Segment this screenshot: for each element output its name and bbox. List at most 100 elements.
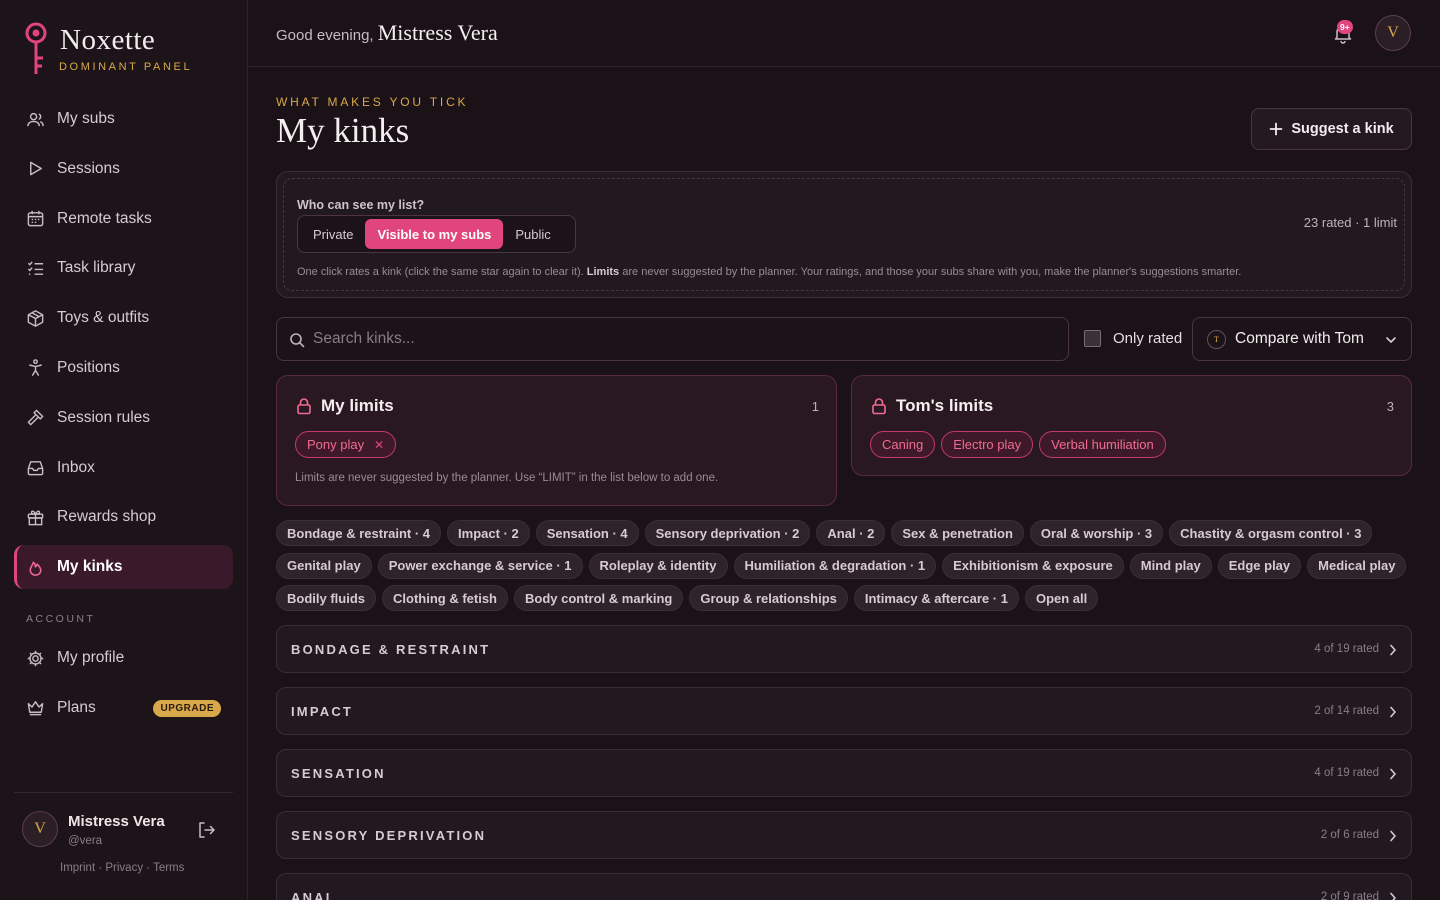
brand-subtitle: DOMINANT PANEL — [59, 61, 193, 73]
note-end: are never suggested by the planner. Your… — [622, 266, 1242, 278]
category-accordion-impact[interactable]: IMPACT 2 of 14 rated — [276, 687, 1412, 735]
my-limits-pills: Pony play ✕ — [295, 431, 397, 458]
category-name: SENSORY DEPRIVATION — [291, 828, 487, 843]
nav-label: Plans — [57, 698, 96, 716]
limit-pill: Caning — [870, 431, 936, 458]
category-chip[interactable]: Medical play — [1307, 552, 1407, 579]
my-limits-count: 1 — [811, 399, 819, 414]
nav-item-positions[interactable]: Positions — [14, 346, 233, 390]
nav-label: Remote tasks — [57, 209, 152, 227]
category-chip[interactable]: Roleplay & identity — [588, 552, 728, 579]
key-icon — [25, 22, 47, 74]
visibility-option-subs[interactable]: Visible to my subs — [365, 219, 504, 249]
category-chip[interactable]: Bondage & restraint · 4 — [276, 520, 442, 546]
logout-icon[interactable] — [196, 820, 216, 840]
category-chip[interactable]: Chastity & orgasm control · 3 — [1169, 520, 1373, 546]
limit-pill-label: Pony play — [307, 437, 365, 452]
category-chip[interactable]: Humiliation & degradation · 1 — [733, 552, 937, 579]
category-chip[interactable]: Exhibitionism & exposure — [942, 552, 1124, 579]
nav-label: Rewards shop — [57, 508, 157, 526]
toms-limits-count: 3 — [1386, 399, 1394, 414]
user-avatar[interactable]: V — [22, 811, 58, 847]
note-start: One click rates a kink (click the same s… — [297, 266, 584, 278]
footer-links[interactable]: Imprint · Privacy · Terms — [60, 862, 184, 874]
nav-label: My subs — [57, 110, 115, 127]
visibility-note: One click rates a kink (click the same s… — [297, 266, 1241, 278]
header-avatar[interactable]: V — [1375, 15, 1411, 51]
category-rated: 4 of 19 rated — [1314, 767, 1379, 779]
nav-item-task-library[interactable]: Task library — [14, 246, 233, 290]
category-rated: 2 of 6 rated — [1320, 829, 1379, 841]
category-accordion-anal[interactable]: ANAL 2 of 9 rated — [276, 873, 1412, 900]
brand-logo[interactable]: Noxette DOMINANT PANEL — [22, 22, 222, 82]
nav-item-inbox[interactable]: Inbox — [14, 446, 233, 490]
category-accordion-bondage[interactable]: BONDAGE & RESTRAINT 4 of 19 rated — [276, 625, 1412, 673]
category-chip[interactable]: Oral & worship · 3 — [1029, 520, 1164, 546]
category-name: SENSATION — [291, 766, 386, 781]
nav-label: Inbox — [57, 458, 95, 476]
nav-item-session-rules[interactable]: Session rules — [14, 396, 233, 440]
lock-icon — [297, 398, 311, 415]
category-rated: 2 of 14 rated — [1314, 705, 1379, 717]
suggest-kink-button[interactable]: Suggest a kink — [1251, 108, 1412, 150]
category-accordion-sensation[interactable]: SENSATION 4 of 19 rated — [276, 749, 1412, 797]
category-name: BONDAGE & RESTRAINT — [291, 642, 491, 657]
chevron-right-icon — [1390, 892, 1396, 900]
crown-icon — [27, 701, 44, 716]
category-chip[interactable]: Genital play — [276, 552, 372, 579]
nav-item-rewards-shop[interactable]: Rewards shop — [14, 495, 233, 539]
visibility-option-private[interactable]: Private — [301, 219, 365, 249]
category-accordion-sensory-deprivation[interactable]: SENSORY DEPRIVATION 2 of 6 rated — [276, 811, 1412, 859]
nav-label: Session rules — [57, 408, 151, 426]
category-chip[interactable]: Intimacy & aftercare · 1 — [853, 585, 1019, 611]
nav-item-my-subs[interactable]: My subs — [14, 97, 233, 141]
category-chip[interactable]: Power exchange & service · 1 — [377, 552, 583, 579]
limit-pill[interactable]: Pony play ✕ — [295, 431, 397, 458]
category-chip[interactable]: Anal · 2 — [816, 520, 886, 546]
category-chip[interactable]: Sensation · 4 — [535, 520, 639, 546]
category-chip[interactable]: Sensory deprivation · 2 — [644, 520, 811, 546]
note-bold: Limits — [586, 266, 620, 278]
greeting-name: Mistress Vera — [377, 20, 498, 45]
nav-section-account: ACCOUNT — [26, 613, 96, 625]
visibility-option-public[interactable]: Public — [503, 219, 562, 249]
upgrade-badge[interactable]: UPGRADE — [153, 699, 221, 717]
nav-item-my-kinks[interactable]: My kinks — [14, 545, 233, 590]
visibility-inner: Who can see my list? Private Visible to … — [283, 178, 1405, 291]
category-chip[interactable]: Bodily fluids — [276, 585, 376, 611]
user-name: Mistress Vera — [68, 813, 165, 830]
category-chip[interactable]: Edge play — [1217, 552, 1302, 579]
nav-label: My kinks — [57, 558, 123, 576]
sidebar: Noxette DOMINANT PANEL My subs Sessions … — [0, 0, 248, 900]
gear-icon — [27, 650, 44, 666]
figure-icon — [29, 359, 42, 377]
chevron-right-icon — [1390, 644, 1396, 656]
my-limits-heading: My limits — [321, 396, 394, 415]
category-chip[interactable]: Impact · 2 — [447, 520, 530, 546]
category-chip[interactable]: Group & relationships — [689, 585, 848, 611]
category-chip[interactable]: Sex & penetration — [891, 520, 1024, 546]
open-all-chip[interactable]: Open all — [1024, 585, 1099, 611]
compare-select[interactable]: T Compare with Tom — [1192, 317, 1412, 361]
category-name: ANAL — [291, 890, 336, 900]
nav-item-remote-tasks[interactable]: Remote tasks — [14, 197, 233, 241]
limit-pill: Electro play — [941, 431, 1034, 458]
my-limits-title: My limits — [295, 396, 394, 416]
only-rated-toggle[interactable]: Only rated — [1084, 330, 1182, 347]
category-chip[interactable]: Body control & marking — [514, 585, 684, 611]
search-input[interactable] — [313, 318, 1053, 360]
limit-pill: Verbal humiliation — [1039, 431, 1166, 458]
nav-item-plans[interactable]: Plans UPGRADE — [14, 686, 233, 730]
category-chip[interactable]: Mind play — [1129, 552, 1212, 579]
compare-avatar: T — [1207, 329, 1226, 349]
nav-item-toys-outfits[interactable]: Toys & outfits — [14, 296, 233, 340]
nav-item-my-profile[interactable]: My profile — [14, 636, 233, 680]
category-rated: 4 of 19 rated — [1314, 643, 1379, 655]
notification-badge: 9+ — [1337, 20, 1353, 34]
search-icon — [290, 333, 305, 348]
category-chip[interactable]: Clothing & fetish — [382, 585, 508, 611]
brand-name: Noxette — [60, 24, 156, 56]
only-rated-checkbox[interactable] — [1084, 330, 1101, 347]
close-icon[interactable]: ✕ — [374, 438, 384, 452]
nav-item-sessions[interactable]: Sessions — [14, 147, 233, 191]
